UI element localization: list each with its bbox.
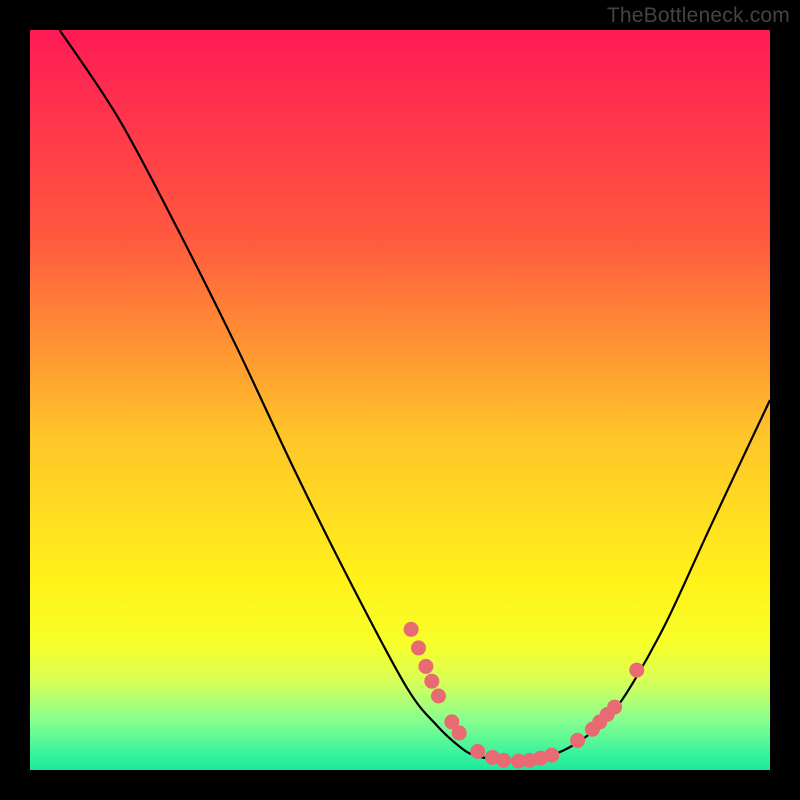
data-marker [544, 748, 559, 763]
data-marker [411, 640, 426, 655]
data-marker [470, 744, 485, 759]
watermark-text: TheBottleneck.com [607, 4, 790, 28]
chart-frame: TheBottleneck.com [0, 0, 800, 800]
data-marker [452, 726, 467, 741]
data-marker [607, 700, 622, 715]
data-marker [424, 674, 439, 689]
data-marker [629, 663, 644, 678]
gradient-background [30, 30, 770, 770]
plot-area [30, 30, 770, 770]
data-marker [431, 689, 446, 704]
chart-svg [30, 30, 770, 770]
data-marker [418, 659, 433, 674]
data-marker [570, 733, 585, 748]
data-marker [496, 753, 511, 768]
data-marker [404, 622, 419, 637]
